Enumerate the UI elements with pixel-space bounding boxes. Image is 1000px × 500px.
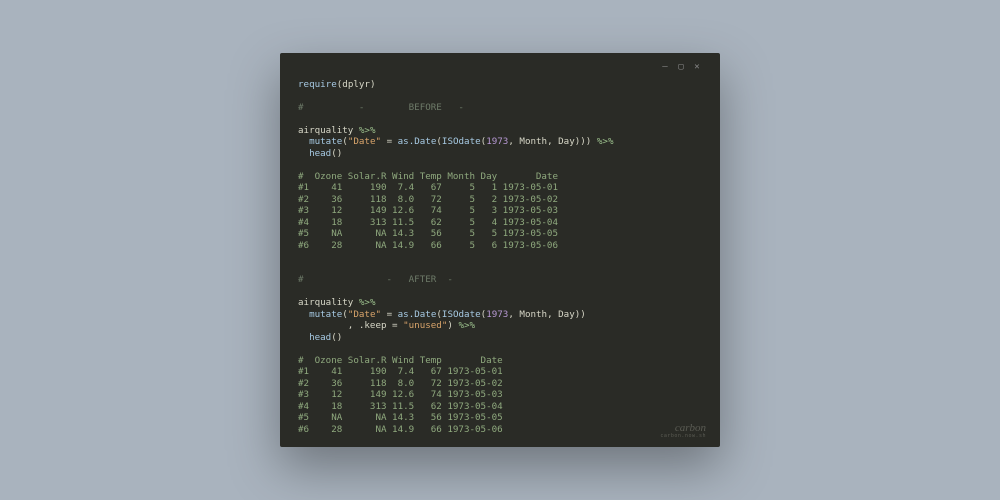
code-block: require(dplyr) # - BEFORE - airquality %… — [298, 79, 702, 436]
string-date: "Date" — [348, 309, 381, 320]
fn-asdate: as.Date — [398, 309, 437, 320]
fn-head: head — [309, 332, 331, 343]
watermark-sub: carbon.now.sh — [660, 434, 706, 439]
carbon-watermark: carbon carbon.now.sh — [660, 423, 706, 439]
ident-airquality: airquality — [298, 297, 353, 308]
output-row: #6 28 NA 14.9 66 1973-05-06 — [298, 424, 503, 435]
window-titlebar: — ▢ ✕ — [298, 63, 702, 73]
output-row: #5 NA NA 14.3 56 5 5 1973-05-05 — [298, 228, 558, 239]
close-button[interactable]: ✕ — [692, 63, 702, 73]
code-window: — ▢ ✕ require(dplyr) # - BEFORE - airqua… — [280, 53, 720, 448]
output-row: #4 18 313 11.5 62 5 4 1973-05-04 — [298, 217, 558, 228]
fn-head: head — [309, 148, 331, 159]
num-year: 1973 — [486, 136, 508, 147]
fn-mutate: mutate — [309, 136, 342, 147]
fn-isodate: ISOdate — [442, 309, 481, 320]
maximize-button[interactable]: ▢ — [676, 63, 686, 73]
output-row: #2 36 118 8.0 72 1973-05-02 — [298, 378, 503, 389]
string-date: "Date" — [348, 136, 381, 147]
pipe-op: %>% — [359, 297, 376, 308]
fn-mutate: mutate — [309, 309, 342, 320]
keyword-require: require — [298, 79, 337, 90]
output-row: #2 36 118 8.0 72 5 2 1973-05-02 — [298, 194, 558, 205]
fn-isodate: ISOdate — [442, 136, 481, 147]
comment-before: # - BEFORE - — [298, 102, 464, 113]
pipe-op: %>% — [597, 136, 614, 147]
string-unused: "unused" — [403, 320, 447, 331]
ident-airquality: airquality — [298, 125, 353, 136]
output-row: #1 41 190 7.4 67 1973-05-01 — [298, 366, 503, 377]
output-row: #6 28 NA 14.9 66 5 6 1973-05-06 — [298, 240, 558, 251]
pipe-op: %>% — [458, 320, 475, 331]
output-header-after: # Ozone Solar.R Wind Temp Date — [298, 355, 503, 366]
comment-after: # - AFTER - — [298, 274, 453, 285]
output-header-before: # Ozone Solar.R Wind Temp Month Day Date — [298, 171, 558, 182]
fn-asdate: as.Date — [398, 136, 437, 147]
output-row: #3 12 149 12.6 74 1973-05-03 — [298, 389, 503, 400]
minimize-button[interactable]: — — [660, 63, 670, 73]
output-row: #1 41 190 7.4 67 5 1 1973-05-01 — [298, 182, 558, 193]
output-row: #5 NA NA 14.3 56 1973-05-05 — [298, 412, 503, 423]
package-name: dplyr — [342, 79, 370, 90]
output-row: #4 18 313 11.5 62 1973-05-04 — [298, 401, 503, 412]
num-year: 1973 — [486, 309, 508, 320]
pipe-op: %>% — [359, 125, 376, 136]
output-row: #3 12 149 12.6 74 5 3 1973-05-03 — [298, 205, 558, 216]
